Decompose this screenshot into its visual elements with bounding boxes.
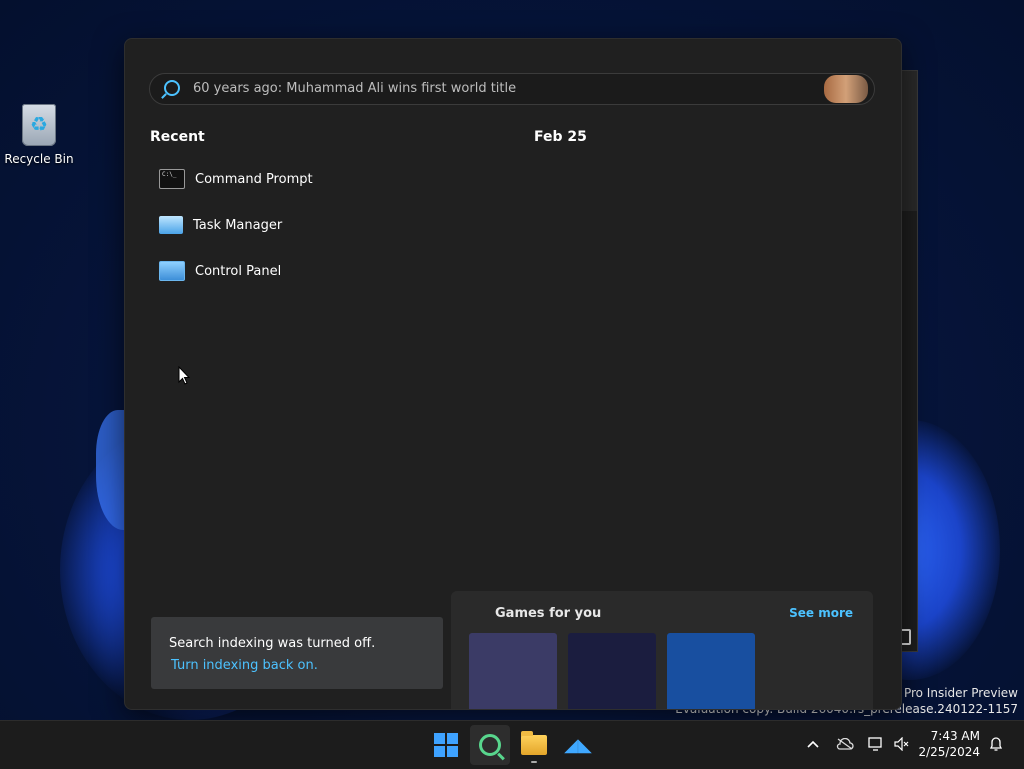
- games-heading: Games for you: [495, 606, 602, 621]
- start-button[interactable]: [426, 725, 466, 765]
- onedrive-offline-icon[interactable]: [836, 735, 854, 753]
- folder-icon: [521, 731, 547, 755]
- dolphin-app-button[interactable]: ◢◣: [558, 725, 598, 765]
- notification-bell-icon[interactable]: [987, 735, 1005, 753]
- recent-item-label: Command Prompt: [195, 171, 313, 187]
- volume-muted-icon[interactable]: [893, 735, 911, 753]
- indexing-notice: Search indexing was turned off. Turn ind…: [151, 617, 443, 689]
- search-placeholder: 60 years ago: Muhammad Ali wins first wo…: [193, 81, 517, 96]
- recent-item-label: Control Panel: [195, 263, 282, 279]
- search-highlight-image[interactable]: [824, 75, 868, 103]
- recent-item-control-panel[interactable]: Control Panel: [159, 257, 479, 285]
- taskbar: ◢◣ 7:43 AM 2/25/2024: [0, 720, 1024, 769]
- recycle-bin-icon: [22, 104, 56, 146]
- game-tile[interactable]: [667, 633, 755, 709]
- mouse-cursor-icon: [178, 365, 191, 390]
- network-icon[interactable]: [867, 735, 885, 753]
- file-explorer-button[interactable]: [514, 725, 554, 765]
- desktop-icon-label: Recycle Bin: [4, 152, 74, 166]
- command-prompt-icon: [159, 169, 185, 189]
- clock-date: 2/25/2024: [918, 745, 980, 759]
- desktop-icon-recycle-bin[interactable]: Recycle Bin: [4, 104, 74, 166]
- dolphin-icon: ◢◣: [564, 734, 592, 756]
- taskbar-search-button[interactable]: [470, 725, 510, 765]
- see-more-link[interactable]: See more: [789, 606, 853, 620]
- game-tile[interactable]: [469, 633, 557, 709]
- control-panel-icon: [159, 261, 185, 281]
- clock-time: 7:43 AM: [930, 729, 980, 743]
- search-input[interactable]: 60 years ago: Muhammad Ali wins first wo…: [149, 73, 875, 105]
- turn-indexing-on-link[interactable]: Turn indexing back on.: [171, 658, 318, 673]
- search-icon: [164, 80, 180, 96]
- clock[interactable]: 7:43 AM 2/25/2024: [918, 728, 980, 760]
- task-manager-icon: [159, 216, 183, 234]
- search-icon: [479, 734, 501, 756]
- date-heading: Feb 25: [534, 129, 587, 145]
- chevron-up-icon[interactable]: [804, 735, 822, 753]
- running-indicator: [531, 761, 537, 763]
- games-section: Games for you See more: [451, 591, 873, 709]
- search-panel: 60 years ago: Muhammad Ali wins first wo…: [124, 38, 902, 710]
- indexing-message: Search indexing was turned off.: [169, 636, 376, 651]
- recent-heading: Recent: [150, 129, 205, 145]
- recent-item-task-manager[interactable]: Task Manager: [159, 211, 479, 239]
- recent-item-label: Task Manager: [193, 217, 283, 233]
- windows-logo-icon: [434, 733, 458, 757]
- game-tile[interactable]: [568, 633, 656, 709]
- recent-item-command-prompt[interactable]: Command Prompt: [159, 165, 479, 193]
